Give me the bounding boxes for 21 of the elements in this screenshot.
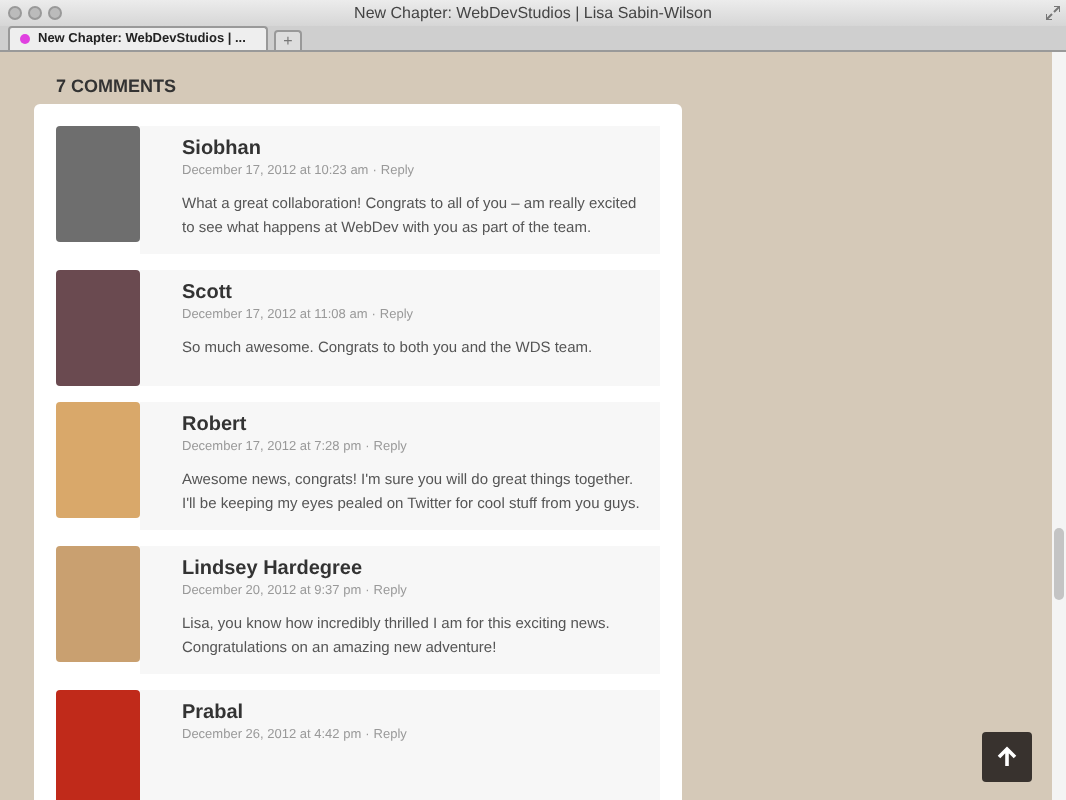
comment-author: Lindsey Hardegree [182, 556, 365, 582]
window-title: New Chapter: WebDevStudios | Lisa Sabin-Wilson [354, 2, 712, 26]
avatar-photo [56, 126, 140, 242]
comment-author: Prabal [182, 700, 246, 726]
new-tab-button[interactable]: + [274, 30, 302, 50]
close-button[interactable] [8, 6, 22, 20]
favicon-icon [20, 34, 30, 44]
fullscreen-icon[interactable] [1046, 6, 1060, 20]
comment-author: Robert [182, 412, 249, 438]
up-arrow-icon [996, 746, 1018, 768]
comment-author: Scott [182, 280, 234, 306]
avatar-photo [56, 690, 140, 800]
avatar-photo [56, 402, 140, 518]
avatar-photo [56, 546, 140, 662]
avatar-photo [56, 270, 140, 386]
back-to-top-button[interactable] [982, 732, 1032, 782]
scrollbar-thumb[interactable] [1054, 528, 1064, 600]
comments-heading: 7 COMMENTS [56, 76, 177, 96]
zoom-button[interactable] [48, 6, 62, 20]
comment-author: Siobhan [182, 136, 263, 162]
minimize-button[interactable] [28, 6, 42, 20]
